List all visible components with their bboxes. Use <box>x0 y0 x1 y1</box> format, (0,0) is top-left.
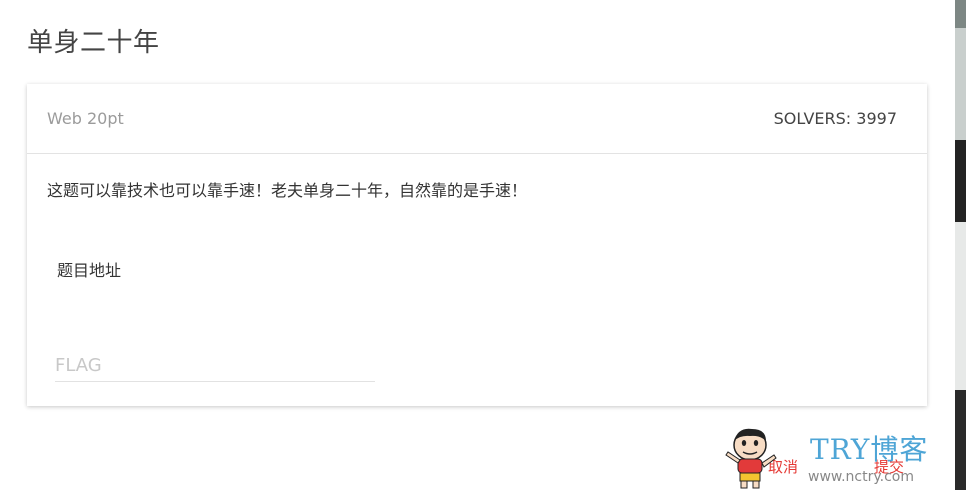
challenge-card: Web 20pt SOLVERS: 3997 这题可以靠技术也可以靠手速！老夫单… <box>27 84 927 406</box>
card-header: Web 20pt SOLVERS: 3997 <box>27 84 927 154</box>
challenge-category: Web 20pt <box>47 109 124 128</box>
flag-input[interactable] <box>55 349 375 382</box>
challenge-link[interactable]: 题目地址 <box>57 257 121 281</box>
watermark-brand: TRY博客 <box>810 433 929 466</box>
mascot-icon <box>725 428 777 489</box>
solvers-count: SOLVERS: 3997 <box>773 109 897 128</box>
background-strip <box>955 0 966 490</box>
page: 单身二十年 Web 20pt SOLVERS: 3997 这题可以靠技术也可以靠… <box>0 0 966 490</box>
modal-title: 单身二十年 <box>27 28 160 58</box>
watermark-url: www.nctry.com <box>808 469 914 485</box>
challenge-description: 这题可以靠技术也可以靠手速！老夫单身二十年，自然靠的是手速！ <box>47 181 528 200</box>
